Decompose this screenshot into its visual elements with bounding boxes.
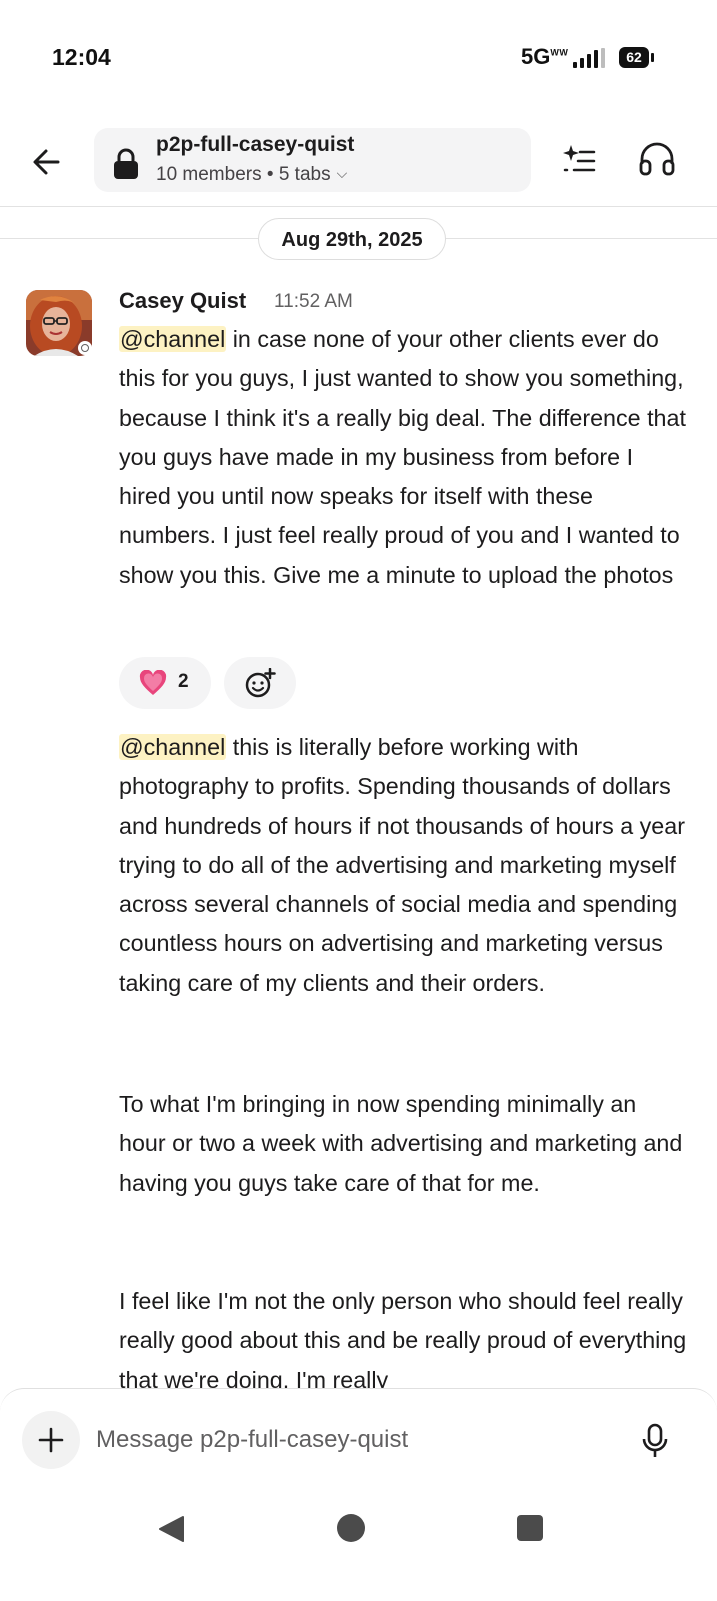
system-back-button[interactable]	[156, 1514, 186, 1544]
lock-icon	[114, 148, 138, 179]
channel-mention[interactable]: @channel	[119, 326, 227, 352]
network-sub: W W	[550, 47, 567, 58]
tab-count: 5 tabs	[278, 164, 331, 185]
message-composer	[0, 1388, 717, 1601]
add-emoji-icon	[245, 668, 276, 698]
message-time: 11:52 AM	[274, 291, 353, 312]
message-text: To what I'm bringing in now spending min…	[119, 1091, 683, 1196]
battery-icon: 62	[619, 47, 657, 68]
channel-info-button[interactable]: p2p-full-casey-quist 10 members • 5 tabs…	[94, 128, 531, 192]
presence-indicator-icon	[78, 341, 92, 355]
clock: 12:04	[52, 44, 111, 70]
back-arrow-icon	[33, 149, 60, 175]
reaction-count: 2	[178, 671, 189, 692]
signal-strength-icon	[573, 48, 613, 68]
member-count: 10 members	[156, 164, 262, 185]
meta-separator: •	[261, 164, 279, 185]
date-divider[interactable]: Aug 29th, 2025	[258, 218, 446, 260]
channel-mention[interactable]: @channel	[119, 734, 227, 760]
plus-icon	[38, 1427, 64, 1453]
message-text: @channel in case none of your other clie…	[119, 320, 689, 595]
channel-header: p2p-full-casey-quist 10 members • 5 tabs…	[0, 120, 717, 207]
message-body: in case none of your other clients ever …	[119, 326, 686, 588]
message-input[interactable]	[96, 1417, 616, 1463]
system-home-button[interactable]	[337, 1514, 365, 1542]
battery-level: 62	[619, 47, 649, 68]
ai-sparkle-list-icon	[563, 145, 596, 172]
add-reaction-button[interactable]	[224, 657, 296, 709]
reaction-button[interactable]: 2	[119, 657, 211, 709]
message-text: @channel this is literally before workin…	[119, 728, 689, 1003]
network-type: 5GW W	[521, 44, 568, 70]
heart-sparkle-icon	[139, 670, 167, 695]
voice-button[interactable]	[640, 1423, 670, 1459]
channel-meta: 10 members • 5 tabs ⌵	[156, 164, 347, 186]
attach-button[interactable]	[22, 1411, 80, 1469]
message-body: this is literally before working with ph…	[119, 734, 685, 996]
microphone-icon	[642, 1423, 668, 1457]
channel-name: p2p-full-casey-quist	[156, 133, 355, 156]
message-author[interactable]: Casey Quist	[119, 288, 246, 314]
network-label: 5G	[521, 44, 551, 69]
ai-summary-button[interactable]	[562, 142, 596, 176]
message-text: I feel like I'm not the only person who …	[119, 1288, 687, 1393]
triangle-back-icon	[159, 1516, 184, 1542]
system-recents-button[interactable]	[517, 1515, 543, 1541]
back-button[interactable]	[28, 142, 68, 182]
chevron-down-icon: ⌵	[336, 165, 348, 181]
headphones-icon	[639, 142, 675, 176]
huddle-button[interactable]	[638, 142, 676, 176]
status-bar: 12:04 5GW W 62	[0, 0, 717, 110]
